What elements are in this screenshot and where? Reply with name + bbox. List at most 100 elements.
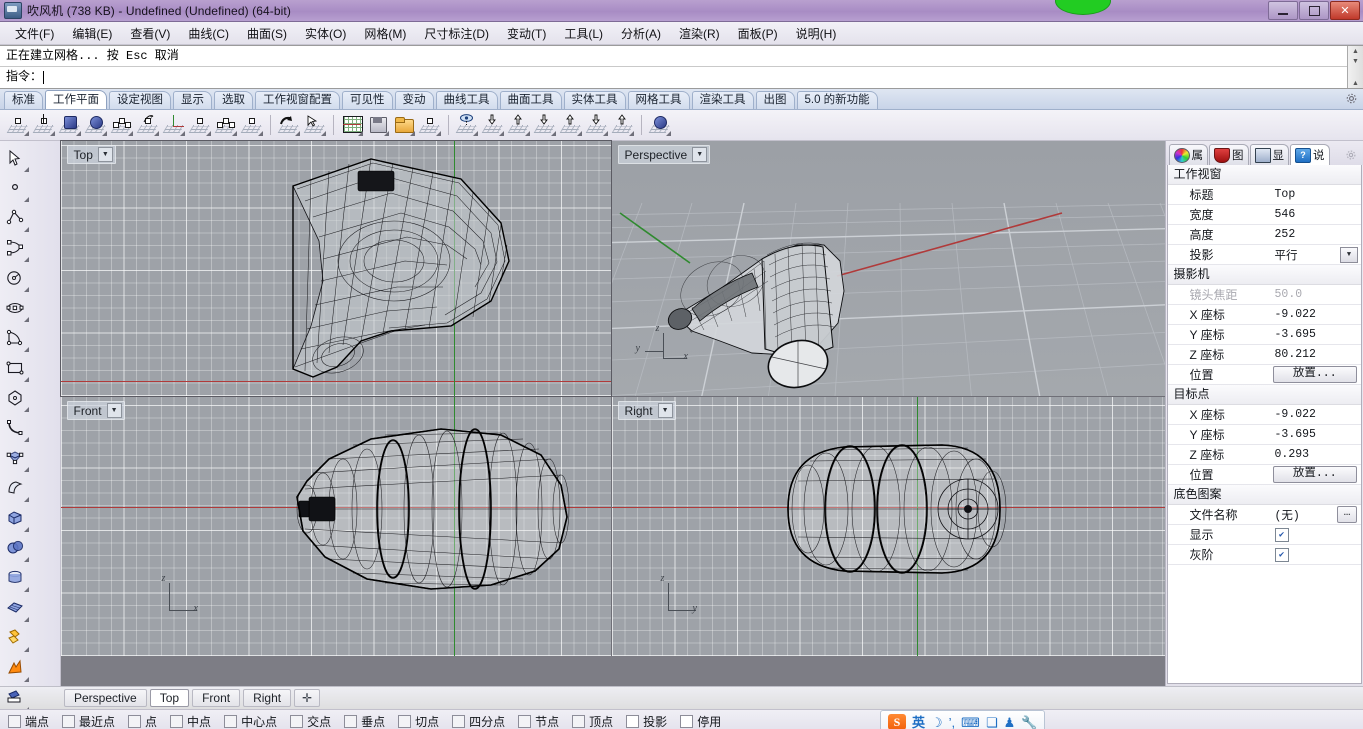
osnap-垂点[interactable]: 垂点 <box>344 713 385 729</box>
toolbar-tab-12[interactable]: 渲染工具 <box>691 91 754 109</box>
viewport-right[interactable]: Right ▼ z y <box>611 397 1165 656</box>
sphere-icon[interactable] <box>0 533 30 563</box>
scroll-up-icon[interactable]: ▲ <box>1348 46 1363 56</box>
osnap-投影[interactable]: 投影 <box>626 713 667 729</box>
wrench-icon[interactable]: 🔧 <box>1021 716 1037 729</box>
place-button[interactable]: 放置... <box>1272 366 1357 383</box>
menu-item-7[interactable]: 尺寸标注(D) <box>415 23 498 44</box>
viewport-top-label[interactable]: Top ▼ <box>66 145 116 164</box>
checkbox[interactable] <box>452 714 466 728</box>
menu-item-10[interactable]: 分析(A) <box>612 23 670 44</box>
cplane-set-icon[interactable] <box>481 113 505 137</box>
chevron-down-icon[interactable]: ▼ <box>97 147 113 162</box>
osnap-中点[interactable]: 中点 <box>170 713 211 729</box>
box-icon[interactable] <box>0 503 30 533</box>
cylinder-icon[interactable] <box>0 563 30 593</box>
menu-item-4[interactable]: 曲面(S) <box>238 23 296 44</box>
cplane-perpendicular-icon[interactable] <box>214 113 238 137</box>
planar-surface-icon[interactable] <box>0 593 30 623</box>
osnap-端点[interactable]: 端点 <box>8 713 49 729</box>
toolbar-tab-0[interactable]: 标准 <box>4 91 43 109</box>
menu-item-8[interactable]: 变动(T) <box>498 23 555 44</box>
viewport-tab-top[interactable]: Top <box>149 689 190 707</box>
toolbar-tab-6[interactable]: 可见性 <box>342 91 393 109</box>
sogou-logo-icon[interactable]: S <box>888 714 906 729</box>
toolbar-tab-8[interactable]: 曲线工具 <box>435 91 498 109</box>
cplane-forward-icon[interactable] <box>611 113 635 137</box>
browse-button[interactable]: … <box>1337 506 1357 523</box>
menu-item-1[interactable]: 编辑(E) <box>63 23 121 44</box>
toolbar-tab-1[interactable]: 工作平面 <box>45 90 107 109</box>
rectangle-icon[interactable] <box>0 353 30 383</box>
osnap-停用[interactable]: 停用 <box>680 713 721 729</box>
checkbox[interactable] <box>8 714 21 728</box>
cplane-elevation-icon[interactable] <box>32 113 56 137</box>
command-scrollbar[interactable]: ▲ ▼ ▲ ▼ <box>1347 46 1363 97</box>
polyline-icon[interactable] <box>0 203 30 233</box>
checkbox[interactable] <box>170 714 184 728</box>
polygon-icon[interactable] <box>0 383 30 413</box>
restore-cplane-icon[interactable] <box>418 113 442 137</box>
curve-control-point-icon[interactable] <box>0 233 30 263</box>
viewport-front[interactable]: Front ▼ z x <box>60 397 611 656</box>
viewport-right-label[interactable]: Right ▼ <box>617 401 676 420</box>
toolbar-tab-5[interactable]: 工作视窗配置 <box>255 91 340 109</box>
gear-icon[interactable] <box>1345 92 1358 105</box>
panel-tab-显[interactable]: 显 <box>1249 144 1290 165</box>
checkbox[interactable] <box>62 714 76 728</box>
menu-item-0[interactable]: 文件(F) <box>6 23 63 44</box>
maximize-button[interactable] <box>1299 1 1329 20</box>
menu-item-11[interactable]: 渲染(R) <box>670 23 729 44</box>
cplane-origin-icon[interactable] <box>6 113 30 137</box>
cplane-rotate-icon[interactable] <box>188 113 212 137</box>
checkbox[interactable]: ✔ <box>1274 527 1289 542</box>
boolean-union-icon[interactable] <box>0 623 30 653</box>
arc-3point-icon[interactable] <box>0 323 30 353</box>
cplane-show-icon[interactable] <box>455 113 479 137</box>
select-arrow-icon[interactable] <box>0 143 30 173</box>
viewport-tab-perspective[interactable]: Perspective <box>64 689 147 707</box>
ime-mode-label[interactable]: 英 <box>912 716 925 729</box>
menu-item-5[interactable]: 实体(O) <box>296 23 355 44</box>
menu-item-2[interactable]: 查看(V) <box>121 23 179 44</box>
viewport-front-label[interactable]: Front ▼ <box>66 401 125 420</box>
cplane-down-icon[interactable] <box>533 113 557 137</box>
explode-icon[interactable] <box>0 653 30 683</box>
circle-icon[interactable] <box>0 263 30 293</box>
toolbar-tab-3[interactable]: 显示 <box>173 91 212 109</box>
place-button[interactable]: 放置... <box>1272 466 1357 483</box>
cplane-world-top-icon[interactable] <box>162 113 186 137</box>
point-object-icon[interactable] <box>0 173 30 203</box>
gear-icon[interactable] <box>1345 149 1357 161</box>
freeform-curve-icon[interactable] <box>0 413 30 443</box>
cplane-prev-icon[interactable] <box>585 113 609 137</box>
osnap-节点[interactable]: 节点 <box>518 713 559 729</box>
viewport-tab-right[interactable]: Right <box>243 689 292 707</box>
skin-icon[interactable]: ♟ <box>1004 716 1016 729</box>
chevron-down-icon[interactable]: ▼ <box>657 403 673 418</box>
toolbar-tab-11[interactable]: 网格工具 <box>627 91 690 109</box>
toolbar-tab-4[interactable]: 选取 <box>214 91 253 109</box>
toolbar-tab-2[interactable]: 设定视图 <box>109 91 171 109</box>
osnap-交点[interactable]: 交点 <box>290 713 331 729</box>
keyboard-icon[interactable]: ⌨ <box>961 716 980 729</box>
ellipse-icon[interactable] <box>0 293 30 323</box>
toolbar-tab-7[interactable]: 变动 <box>394 91 434 109</box>
cplane-curve-icon[interactable]: + <box>136 113 160 137</box>
menu-item-13[interactable]: 说明(H) <box>787 23 846 44</box>
menu-item-12[interactable]: 面板(P) <box>729 23 787 44</box>
viewport-perspective-label[interactable]: Perspective ▼ <box>617 145 711 164</box>
surface-extrude-icon[interactable] <box>0 473 30 503</box>
add-viewport-button[interactable]: ✛ <box>294 689 321 707</box>
cplane-align-icon[interactable] <box>559 113 583 137</box>
panel-tab-属[interactable]: 属 <box>1168 144 1209 165</box>
ime-toolbar[interactable]: S 英 ☽ ’, ⌨ ❏ ♟ 🔧 <box>880 710 1046 729</box>
cplane-to-object-icon[interactable] <box>58 113 82 137</box>
cplane-3point-icon[interactable] <box>110 113 134 137</box>
checkbox[interactable] <box>518 714 532 728</box>
open-cplane-icon[interactable] <box>392 113 416 137</box>
viewport-top[interactable]: Top ▼ y x <box>59 140 612 397</box>
surface-from-points-icon[interactable] <box>0 443 30 473</box>
cplane-object-icon[interactable] <box>648 113 672 137</box>
chevron-down-icon[interactable]: ▼ <box>106 403 122 418</box>
